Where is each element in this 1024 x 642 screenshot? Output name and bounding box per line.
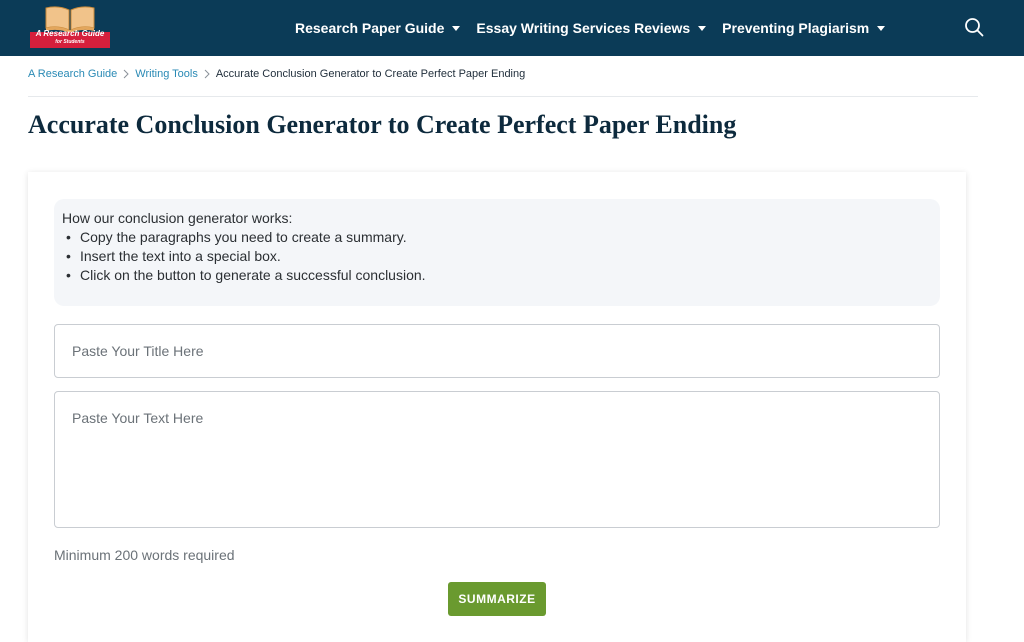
search-icon[interactable] — [964, 17, 984, 37]
divider — [28, 96, 978, 97]
instruction-step: Copy the paragraphs you need to create a… — [62, 228, 932, 247]
nav-label: Essay Writing Services Reviews — [476, 20, 691, 36]
site-header: A Research Guide for Students Research P… — [0, 0, 1024, 56]
nav-label: Preventing Plagiarism — [722, 20, 870, 36]
chevron-right-icon — [123, 69, 129, 79]
nav-research-paper-guide[interactable]: Research Paper Guide — [295, 20, 461, 36]
minimum-words-note: Minimum 200 words required — [54, 547, 235, 563]
nav-label: Research Paper Guide — [295, 20, 445, 36]
conclusion-generator-card: How our conclusion generator works: Copy… — [28, 172, 966, 642]
caret-down-icon — [452, 26, 461, 31]
nav-essay-writing-services-reviews[interactable]: Essay Writing Services Reviews — [476, 20, 707, 36]
instructions-heading: How our conclusion generator works: — [62, 210, 293, 226]
caret-down-icon — [698, 26, 707, 31]
instruction-step: Click on the button to generate a succes… — [62, 266, 932, 285]
text-input[interactable] — [54, 391, 940, 528]
breadcrumb-home-link[interactable]: A Research Guide — [28, 68, 117, 80]
breadcrumb-current: Accurate Conclusion Generator to Create … — [215, 68, 526, 80]
breadcrumb-writing-tools-link[interactable]: Writing Tools — [135, 68, 198, 80]
summarize-button[interactable]: SUMMARIZE — [448, 582, 546, 616]
nav-preventing-plagiarism[interactable]: Preventing Plagiarism — [722, 20, 886, 36]
instruction-step: Insert the text into a special box. — [62, 247, 932, 266]
chevron-right-icon — [204, 69, 210, 79]
instructions-list: Copy the paragraphs you need to create a… — [62, 228, 932, 285]
title-input[interactable] — [54, 324, 940, 378]
site-logo[interactable] — [24, 4, 116, 50]
breadcrumb: A Research Guide Writing Tools Accurate … — [28, 68, 525, 80]
main-nav: Research Paper Guide Essay Writing Servi… — [295, 0, 901, 56]
page-title: Accurate Conclusion Generator to Create … — [28, 110, 737, 139]
instructions-box: How our conclusion generator works: Copy… — [54, 199, 940, 306]
caret-down-icon — [877, 26, 886, 31]
